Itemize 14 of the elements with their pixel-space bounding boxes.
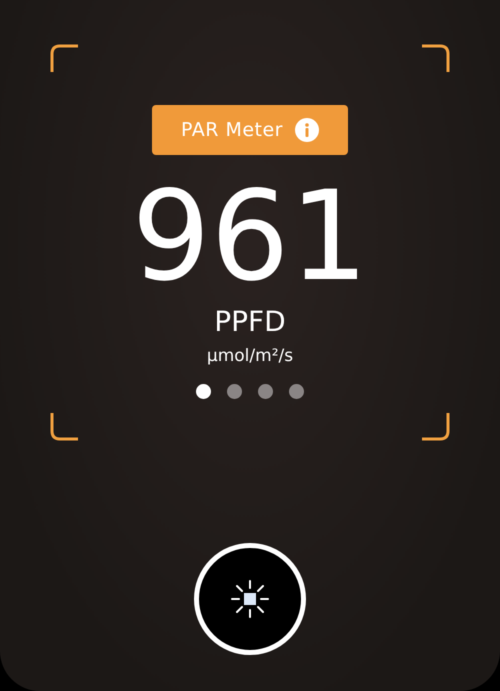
quantity-label: PPFD <box>214 305 286 338</box>
meter-mode-button[interactable]: PAR Meter <box>152 105 348 155</box>
reading-value: 961 <box>132 175 368 299</box>
light-icon <box>230 579 270 619</box>
frame-corner-icon <box>422 44 450 72</box>
page-indicator-dot[interactable] <box>227 384 242 399</box>
page-indicator-dot[interactable] <box>196 384 211 399</box>
info-icon <box>295 118 319 142</box>
frame-corner-icon <box>50 413 78 441</box>
page-indicator-dot[interactable] <box>258 384 273 399</box>
page-indicator-dot[interactable] <box>289 384 304 399</box>
frame-corner-icon <box>50 44 78 72</box>
frame-corner-icon <box>422 413 450 441</box>
unit-label: µmol/m²/s <box>206 346 294 366</box>
